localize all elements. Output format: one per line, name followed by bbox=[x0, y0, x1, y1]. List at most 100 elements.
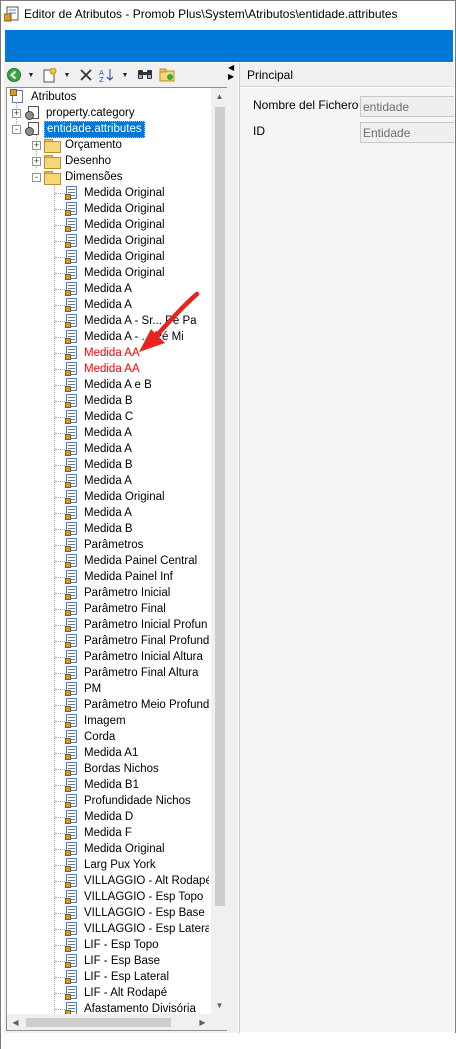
expand-icon[interactable]: + bbox=[32, 156, 41, 166]
tree-attribute[interactable]: Medida Original bbox=[65, 201, 167, 217]
tree-attribute[interactable]: Parâmetro Meio Profund bbox=[65, 697, 209, 713]
tree-attribute[interactable]: VILLAGGIO - Esp Lateral bbox=[65, 921, 209, 937]
expand-icon[interactable]: + bbox=[32, 140, 41, 150]
horizontal-scrollbar[interactable]: ◀ ▶ bbox=[7, 1014, 211, 1030]
tree-item-label: Medida A bbox=[84, 506, 132, 519]
tree-attribute[interactable]: Medida Original bbox=[65, 489, 167, 505]
scroll-up-icon[interactable]: ▲ bbox=[211, 88, 227, 105]
tree-attribute[interactable]: Medida Original bbox=[65, 265, 167, 281]
tree-attribute[interactable]: Medida Original bbox=[65, 217, 167, 233]
scroll-left-icon[interactable]: ◀ bbox=[7, 1014, 24, 1030]
tree-attribute[interactable]: Parâmetros bbox=[65, 537, 145, 553]
tree-attribute[interactable]: Medida Painel Inf bbox=[65, 569, 175, 585]
tree-attribute[interactable]: Corda bbox=[65, 729, 117, 745]
attribute-icon bbox=[65, 682, 79, 696]
tree-view[interactable]: Atributos + property.category - entidade.at… bbox=[7, 88, 209, 1014]
delete-icon[interactable] bbox=[79, 66, 93, 84]
tree-connector-line bbox=[55, 433, 65, 434]
new-attribute-icon[interactable] bbox=[43, 66, 57, 84]
tree-attribute[interactable]: Medida Original bbox=[65, 233, 167, 249]
tree-attribute[interactable]: LIF - Esp Lateral bbox=[65, 969, 171, 985]
tree-item-label: Medida A1 bbox=[84, 746, 139, 759]
attribute-tree[interactable]: Atributos + property.category - entidade.at… bbox=[6, 87, 228, 1031]
horizontal-scroll-thumb[interactable] bbox=[26, 1018, 171, 1027]
tree-attribute[interactable]: Medida A bbox=[65, 473, 134, 489]
tree-item-label: entidade.attributes bbox=[44, 120, 145, 138]
tree-attribute[interactable]: Imagem bbox=[65, 713, 128, 729]
tree-attribute[interactable]: Medida A - Sr... Pé Pa bbox=[65, 313, 199, 329]
attribute-icon bbox=[65, 842, 79, 856]
back-dropdown-icon[interactable]: ▼ bbox=[24, 66, 38, 84]
tree-connector-line bbox=[55, 321, 65, 322]
tree-attribute[interactable]: Profundidade Nichos bbox=[65, 793, 193, 809]
file-name-field[interactable] bbox=[360, 96, 454, 117]
back-icon[interactable] bbox=[7, 66, 21, 84]
tree-attribute[interactable]: Medida B bbox=[65, 521, 135, 537]
tree-attribute[interactable]: Medida AA bbox=[65, 361, 142, 377]
vertical-scroll-thumb[interactable] bbox=[215, 107, 225, 906]
tree-attribute[interactable]: Medida Original bbox=[65, 185, 167, 201]
collapse-left-icon[interactable]: ◀ bbox=[228, 63, 234, 72]
tree-attribute[interactable]: Parâmetro Final bbox=[65, 601, 168, 617]
tree-attribute[interactable]: PM bbox=[65, 681, 103, 697]
tree-item-label: Medida Original bbox=[84, 202, 165, 215]
tree-attribute[interactable]: Medida A bbox=[65, 281, 134, 297]
tree-attribute[interactable]: Medida Original bbox=[65, 841, 167, 857]
tree-folder[interactable]: + Desenho bbox=[32, 153, 113, 169]
expand-icon[interactable]: + bbox=[12, 108, 21, 118]
tree-attribute[interactable]: Medida Original bbox=[65, 249, 167, 265]
tree-attribute[interactable]: Medida C bbox=[65, 409, 135, 425]
tree-attribute[interactable]: Medida B bbox=[65, 393, 135, 409]
collapse-icon[interactable]: - bbox=[12, 124, 21, 134]
tree-attribute[interactable]: Medida A e B bbox=[65, 377, 154, 393]
tree-attribute[interactable]: Medida D bbox=[65, 809, 135, 825]
tree-attribute[interactable]: Bordas Nichos bbox=[65, 761, 161, 777]
tree-attribute[interactable]: Medida F bbox=[65, 825, 134, 841]
sort-az-icon[interactable]: AZ bbox=[99, 66, 115, 84]
tree-attribute[interactable]: Parâmetro Inicial bbox=[65, 585, 172, 601]
scroll-right-icon[interactable]: ▶ bbox=[194, 1014, 211, 1030]
find-icon[interactable] bbox=[137, 66, 153, 84]
properties-tab-header[interactable]: Principal bbox=[240, 63, 454, 87]
tree-attribute[interactable]: Parâmetro Final Profund bbox=[65, 633, 209, 649]
tree-attribute[interactable]: Parâmetro Inicial Profun bbox=[65, 617, 209, 633]
attribute-icon bbox=[65, 570, 79, 584]
refresh-folders-icon[interactable] bbox=[159, 66, 175, 84]
tree-attribute[interactable]: LIF - Alt Rodapé bbox=[65, 985, 169, 1001]
tree-root[interactable]: Atributos bbox=[10, 89, 78, 105]
tree-attribute[interactable]: Parâmetro Final Altura bbox=[65, 665, 200, 681]
tree-connector-line bbox=[55, 1009, 65, 1010]
tree-item-label: Parâmetro Inicial Profun bbox=[84, 618, 208, 631]
tree-attribute[interactable]: VILLAGGIO - Esp Base bbox=[65, 905, 207, 921]
tree-attribute[interactable]: Medida AA bbox=[65, 345, 142, 361]
tree-attribute[interactable]: Medida A bbox=[65, 505, 134, 521]
pane-splitter[interactable]: ◀ ▶ bbox=[227, 63, 237, 1033]
tree-entity[interactable]: - entidade.attributes bbox=[12, 120, 145, 138]
tree-attribute[interactable]: Medida A1 bbox=[65, 745, 140, 761]
tree-attribute[interactable]: Larg Pux York bbox=[65, 857, 158, 873]
tree-attribute[interactable]: LIF - Esp Topo bbox=[65, 937, 161, 953]
collapse-icon[interactable]: - bbox=[32, 172, 41, 182]
scroll-down-icon[interactable]: ▼ bbox=[211, 997, 227, 1014]
tree-attribute[interactable]: Medida A bbox=[65, 425, 134, 441]
tree-attribute[interactable]: VILLAGGIO - Esp Topo bbox=[65, 889, 205, 905]
tree-attribute[interactable]: Medida B1 bbox=[65, 777, 141, 793]
tree-connector-line bbox=[55, 833, 65, 834]
tree-attribute[interactable]: Medida A bbox=[65, 441, 134, 457]
tree-attribute[interactable]: Parâmetro Inicial Altura bbox=[65, 649, 205, 665]
tree-folder[interactable]: - Dimensões bbox=[32, 169, 125, 185]
tree-entity[interactable]: + property.category bbox=[12, 105, 137, 121]
tree-attribute[interactable]: Medida A bbox=[65, 297, 134, 313]
tree-attribute[interactable]: Medida Painel Central bbox=[65, 553, 199, 569]
tree-attribute[interactable]: Medida B bbox=[65, 457, 135, 473]
tree-attribute[interactable]: LIF - Esp Base bbox=[65, 953, 162, 969]
tree-folder[interactable]: + Orçamento bbox=[32, 137, 124, 153]
tree-attribute[interactable]: Medida A - ... Pé Mi bbox=[65, 329, 186, 345]
vertical-scrollbar[interactable]: ▲ ▼ bbox=[211, 88, 227, 1014]
id-field[interactable] bbox=[360, 122, 454, 143]
sort-dropdown-icon[interactable]: ▼ bbox=[118, 66, 132, 84]
new-dropdown-icon[interactable]: ▼ bbox=[60, 66, 74, 84]
expand-right-icon[interactable]: ▶ bbox=[228, 72, 234, 81]
tree-attribute[interactable]: VILLAGGIO - Alt Rodapé bbox=[65, 873, 209, 889]
tree-attribute[interactable]: Afastamento Divisória bbox=[65, 1001, 198, 1014]
